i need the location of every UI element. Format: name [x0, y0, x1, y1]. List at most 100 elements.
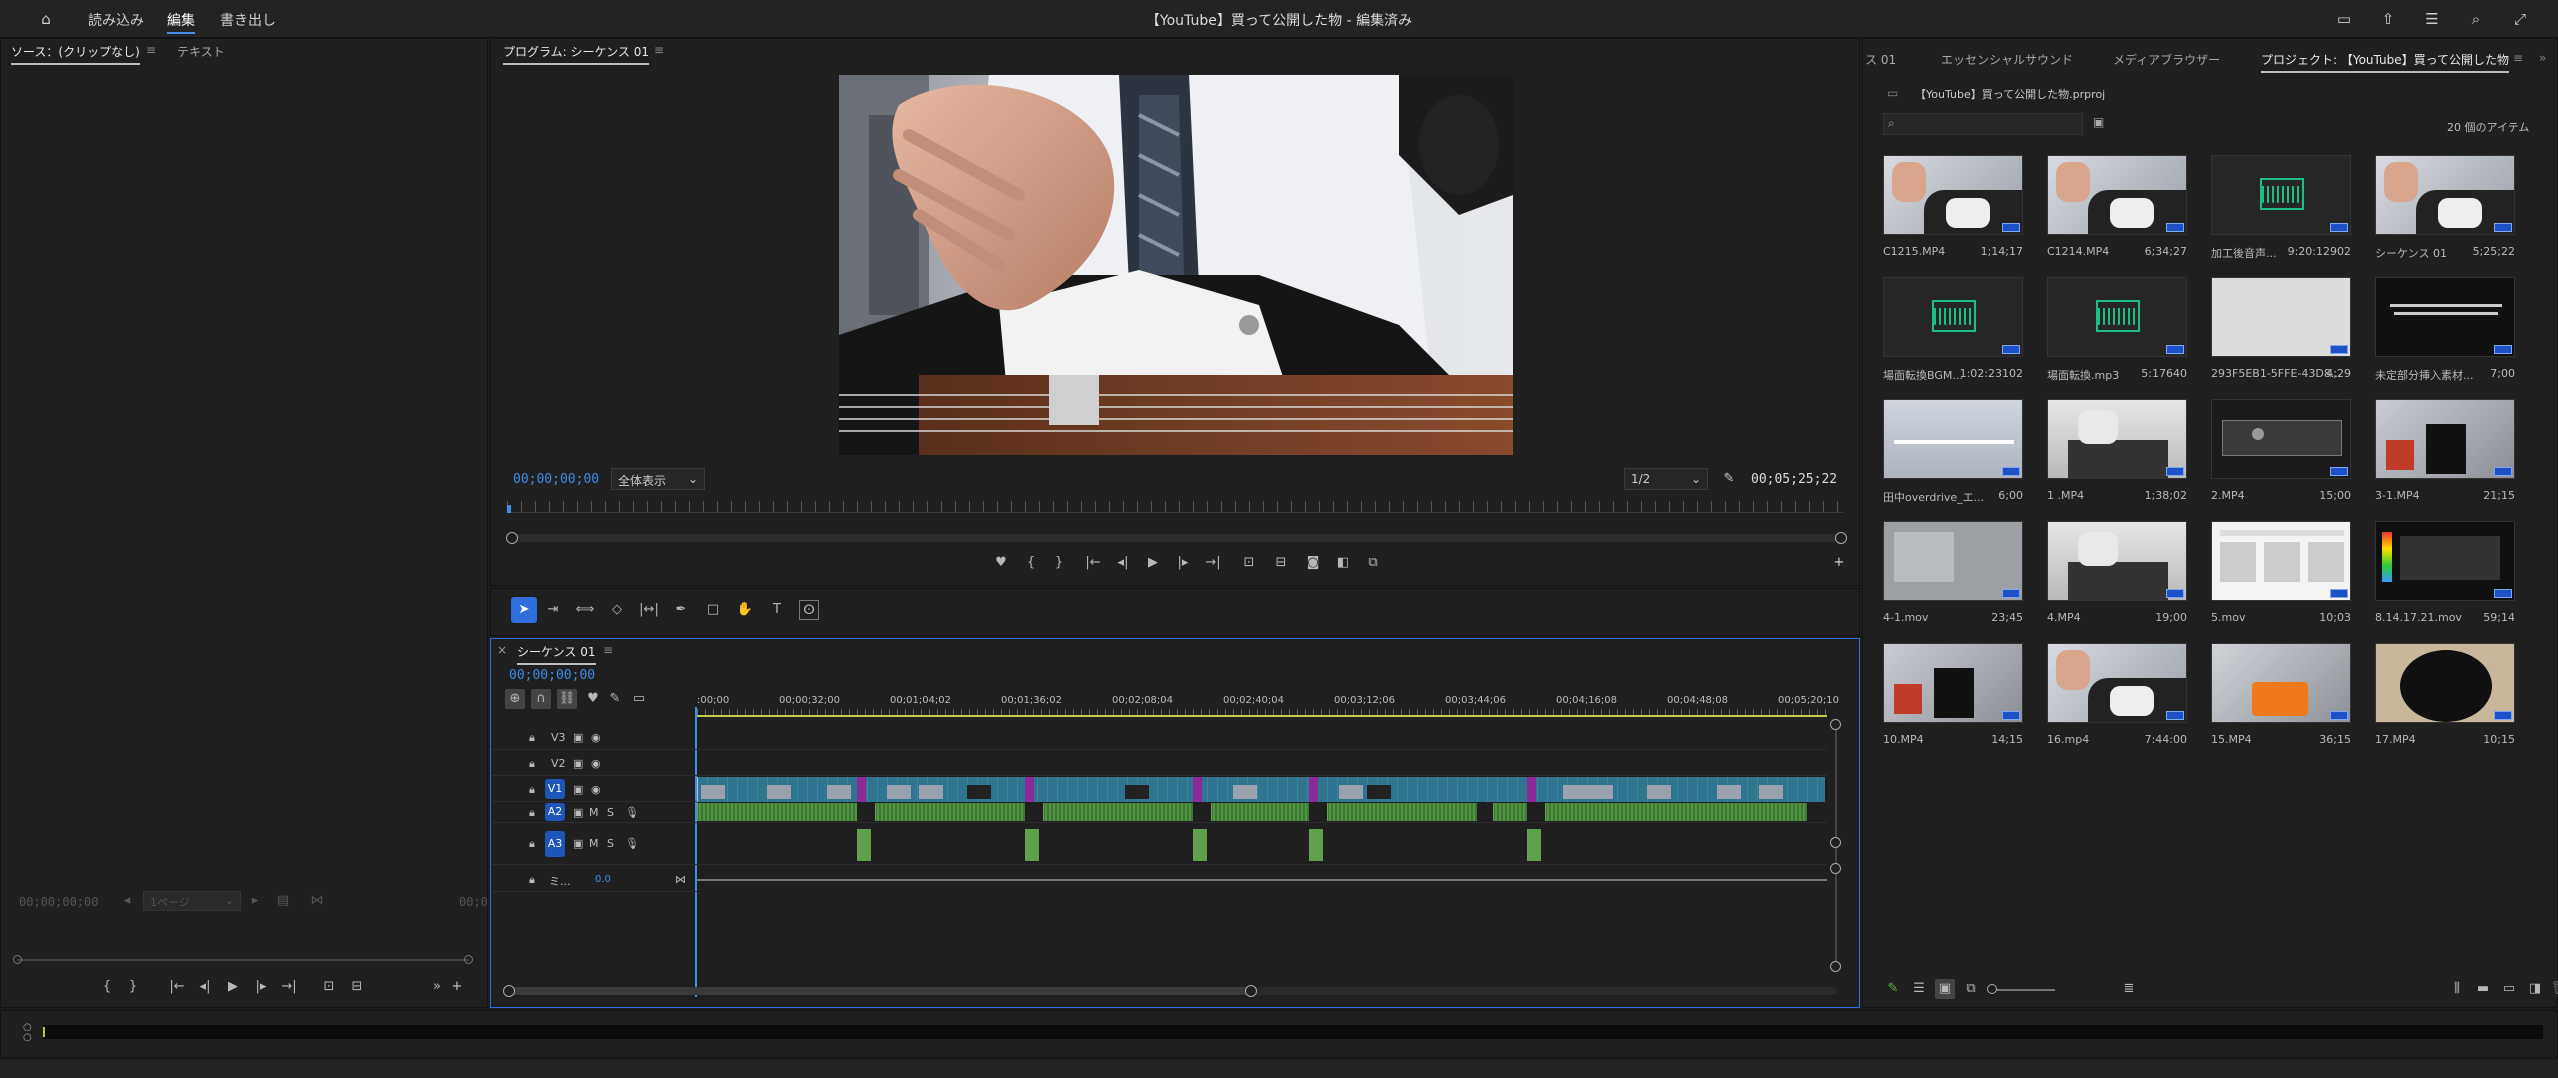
slip-tool-icon[interactable]: |↔|	[639, 600, 659, 620]
project-item[interactable]: 場面転換.mp3 5:17640	[2047, 277, 2197, 395]
h-scroll-start-handle[interactable]	[503, 985, 515, 997]
wrench-icon[interactable]: ✎	[605, 689, 625, 709]
search-input[interactable]: ⌕	[1883, 113, 2083, 135]
hand-tool-icon[interactable]: ✋	[735, 600, 755, 620]
track-target-a2[interactable]: A2	[545, 803, 565, 821]
v-scroll-handle[interactable]	[1830, 863, 1841, 874]
lock-icon[interactable]: 🔒︎	[529, 757, 535, 771]
project-item[interactable]: 10.MP4 14;15	[1883, 643, 2033, 761]
zoom-slider[interactable]	[1991, 989, 2055, 991]
h-scroll-end-handle[interactable]	[1245, 985, 1257, 997]
project-item[interactable]: 田中overdrive_エ... 6;00	[1883, 399, 2033, 517]
zoom-select[interactable]: 全体表示 ⌄	[611, 468, 705, 490]
project-item[interactable]: 5.mov 10;03	[2211, 521, 2361, 639]
close-icon[interactable]: ×	[497, 643, 507, 657]
camera-icon[interactable]: ◙	[1303, 553, 1323, 573]
settings-icon[interactable]: ⋈	[307, 891, 327, 911]
item-thumbnail[interactable]	[1883, 155, 2023, 235]
mute-button[interactable]: M	[589, 806, 599, 819]
project-item[interactable]: 15.MP4 36;15	[2211, 643, 2361, 761]
nest-icon[interactable]: ⊕	[505, 689, 525, 709]
mark-in-icon[interactable]: {	[1021, 553, 1041, 573]
item-thumbnail[interactable]	[1883, 521, 2023, 601]
transition-marker[interactable]	[857, 777, 866, 802]
mix-volume[interactable]: 0.0	[595, 874, 611, 885]
timeline-ruler[interactable]: :00;00 00;00;32;00 00;01;04;02 00;01;36;…	[697, 695, 1839, 717]
v-scroll-handle[interactable]	[1830, 719, 1841, 730]
audio-clip[interactable]	[1043, 803, 1193, 821]
trash-icon[interactable]: 🗑︎	[2549, 979, 2558, 999]
eye-icon[interactable]: ◉	[591, 757, 601, 770]
step-forward-icon[interactable]: |▸	[251, 977, 271, 997]
program-ruler[interactable]	[507, 501, 1843, 513]
scroll-start-handle[interactable]	[13, 955, 22, 964]
insert-icon[interactable]: ⊡	[319, 977, 339, 997]
mark-out-icon[interactable]: }	[1049, 553, 1069, 573]
item-thumbnail[interactable]	[2211, 521, 2351, 601]
item-thumbnail[interactable]	[2211, 155, 2351, 235]
project-item[interactable]: 3-1.MP4 21;15	[2375, 399, 2525, 517]
ripple-edit-tool-icon[interactable]: ⟺	[575, 600, 595, 620]
tab-essential-sound[interactable]: エッセンシャルサウンド	[1941, 51, 2073, 68]
type-tool-icon[interactable]: T	[767, 600, 787, 620]
audio-clip[interactable]	[1025, 829, 1039, 861]
wrench-icon[interactable]: ✎	[1719, 469, 1739, 489]
icon-view-icon[interactable]: ▣	[1935, 979, 1955, 999]
v-scroll-handle[interactable]	[1830, 837, 1841, 848]
audio-clip[interactable]	[1545, 803, 1807, 821]
item-thumbnail[interactable]	[1883, 399, 2023, 479]
item-thumbnail[interactable]	[2211, 643, 2351, 723]
search-icon[interactable]: ⌕	[2466, 9, 2486, 29]
tab-program[interactable]: プログラム: シーケンス 01	[503, 43, 649, 65]
v-scroll-handle[interactable]	[1830, 961, 1841, 972]
timeline-timecode[interactable]: 00;00;00;00	[509, 668, 595, 683]
step-forward-icon[interactable]: |▸	[1173, 553, 1193, 573]
project-item[interactable]: C1215.MP4 1;14;17	[1883, 155, 2033, 273]
track-target-v1[interactable]: V1	[545, 779, 565, 799]
sync-lock-icon[interactable]: ▣	[573, 783, 583, 796]
tab-source[interactable]: ソース：(クリップなし)	[11, 43, 140, 65]
razor-tool-icon[interactable]: ◇	[607, 600, 627, 620]
tab-project[interactable]: プロジェクト: 【YouTube】買って公開した物	[2261, 51, 2510, 73]
selection-tool-icon[interactable]: ➤	[511, 597, 537, 623]
lock-icon[interactable]: 🔒︎	[529, 783, 535, 797]
find-icon[interactable]: ▬	[2473, 979, 2493, 999]
item-thumbnail[interactable]	[2375, 155, 2515, 235]
solo-button[interactable]: S	[607, 837, 614, 850]
next-page-icon[interactable]: ▸	[245, 891, 265, 911]
pencil-icon[interactable]: ✎	[1883, 979, 1903, 999]
button-editor-icon[interactable]: +	[1829, 553, 1849, 573]
panel-menu-icon[interactable]: ≡	[2513, 51, 2523, 65]
linked-selection-icon[interactable]: ⛓	[557, 689, 577, 709]
step-back-icon[interactable]: ◂|	[1113, 553, 1133, 573]
project-item[interactable]: 4.MP4 19;00	[2047, 521, 2197, 639]
add-marker-icon[interactable]: ♥	[991, 553, 1011, 573]
pen-tool-icon[interactable]: ✒	[671, 600, 691, 620]
more-controls-icon[interactable]: »	[427, 977, 447, 997]
caption-tool-icon[interactable]: ⵙ	[799, 600, 819, 620]
item-thumbnail[interactable]	[1883, 277, 2023, 357]
lift-icon[interactable]: ⊡	[1239, 553, 1259, 573]
project-item[interactable]: C1214.MP4 6;34;27	[2047, 155, 2197, 273]
fullscreen-icon[interactable]: ⤢	[2510, 9, 2530, 29]
go-to-in-icon[interactable]: |←	[1083, 553, 1103, 573]
new-item-icon[interactable]: ◨	[2525, 979, 2545, 999]
mark-in-icon[interactable]: {	[97, 977, 117, 997]
audio-clip[interactable]	[875, 803, 1025, 821]
add-marker-icon[interactable]: ♥	[583, 689, 603, 709]
tab-source-seq[interactable]: ス 01	[1865, 51, 1896, 68]
tab-text[interactable]: テキスト	[177, 43, 225, 60]
scroll-start-handle[interactable]	[506, 532, 518, 544]
lock-icon[interactable]: 🔒︎	[529, 873, 535, 887]
transition-marker[interactable]	[1025, 777, 1034, 802]
program-timecode[interactable]: 00;00;00;00	[513, 472, 599, 487]
automate-to-sequence-icon[interactable]: ⫼	[2447, 979, 2467, 999]
track-select-tool-icon[interactable]: ⇥	[543, 600, 563, 620]
lock-icon[interactable]: 🔒︎	[529, 837, 535, 851]
transition-marker[interactable]	[1309, 777, 1318, 802]
resolution-select[interactable]: 1/2 ⌄	[1624, 468, 1708, 490]
prev-page-icon[interactable]: ◂	[117, 891, 137, 911]
list-view-icon[interactable]: ☰	[1909, 979, 1929, 999]
source-scrollbar[interactable]	[17, 959, 469, 961]
extract-icon[interactable]: ⊟	[1271, 553, 1291, 573]
